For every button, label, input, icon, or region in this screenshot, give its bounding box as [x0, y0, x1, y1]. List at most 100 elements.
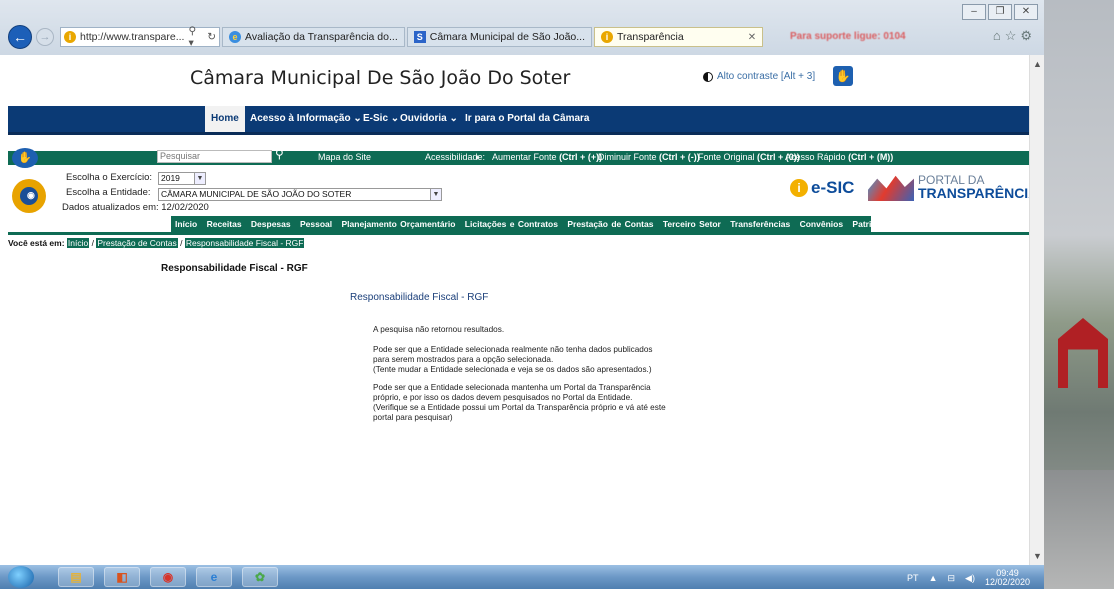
- clock[interactable]: 09:49 12/02/2020: [985, 569, 1030, 587]
- menu-planejamento[interactable]: Planejamento Orçamentário: [342, 219, 456, 229]
- site-favicon-icon: S: [413, 31, 426, 43]
- breadcrumb-inicio[interactable]: Início: [66, 238, 90, 248]
- breadcrumb-prestacao[interactable]: Prestação de Contas: [96, 238, 178, 248]
- address-bar[interactable]: i http://www.transpare... ⚲ ▾ ↻: [60, 25, 220, 49]
- exercicio-select[interactable]: 2019 ▼: [158, 172, 206, 185]
- nav-portal-camara[interactable]: Ir para o Portal da Câmara: [459, 106, 596, 132]
- app-taskbar-icon[interactable]: ✿: [242, 567, 278, 587]
- sign-language-icon[interactable]: ✋: [833, 66, 853, 86]
- quick-access-key: (Ctrl + (M)): [848, 152, 894, 162]
- decrease-font-link[interactable]: Diminuir Fonte (Ctrl + (-)): [598, 152, 700, 162]
- menu-pessoal[interactable]: Pessoal: [300, 219, 332, 229]
- restore-icon[interactable]: ❐: [988, 4, 1012, 20]
- menu-transferencias[interactable]: Transferências: [730, 219, 790, 229]
- back-button[interactable]: ←: [8, 25, 32, 49]
- tab-transparencia[interactable]: i Transparência ✕: [594, 27, 764, 47]
- menu-despesas[interactable]: Despesas: [251, 219, 291, 229]
- nav-acesso-informacao[interactable]: Acesso à Informação ⌄: [244, 106, 368, 132]
- message-line: A pesquisa não retornou resultados.: [373, 325, 505, 334]
- quick-access-link[interactable]: Acesso Rápido (Ctrl + (M)): [785, 152, 893, 162]
- hand-accessibility-icon[interactable]: ✋: [12, 148, 38, 168]
- browser-chrome: – ❐ ✕ ← → i http://www.transpare... ⚲ ▾ …: [0, 0, 1044, 55]
- message-line: (Verifique se a Entidade possui um Porta…: [373, 403, 666, 412]
- site-map-link[interactable]: Mapa do Site: [318, 152, 371, 162]
- message-line: (Tente mudar a Entidade selecionada e ve…: [373, 365, 652, 374]
- info-icon: i: [790, 179, 808, 197]
- portal-line1: PORTAL DA: [918, 172, 985, 187]
- language-indicator[interactable]: PT: [907, 573, 919, 583]
- search-icon[interactable]: ⚲ ▾: [188, 25, 203, 49]
- show-hidden-icons-icon[interactable]: ▲: [929, 573, 938, 583]
- nav-home[interactable]: Home: [205, 106, 245, 132]
- info-favicon-icon: i: [601, 31, 613, 43]
- vlibras-widget-icon[interactable]: ◉: [12, 179, 46, 213]
- menu-patrimonio[interactable]: Patrimônio: [852, 219, 896, 229]
- start-button[interactable]: [8, 566, 34, 588]
- tab-label: Avaliação da Transparência do...: [245, 31, 398, 43]
- chevron-down-icon: ▼: [194, 173, 205, 184]
- clock-date: 12/02/2020: [984, 577, 1030, 587]
- message-line: Pode ser que a Entidade selecionada real…: [373, 345, 653, 354]
- message-line: próprio, e por isso os dados devem pesqu…: [373, 393, 633, 402]
- message-line: portal para pesquisar): [373, 413, 453, 422]
- network-icon[interactable]: ⊟: [947, 573, 955, 584]
- menu-terceiro-setor[interactable]: Terceiro Setor: [663, 219, 721, 229]
- favorites-icon[interactable]: ☆: [1005, 28, 1021, 43]
- internet-explorer-taskbar-icon[interactable]: e: [196, 567, 232, 587]
- chrome-taskbar-icon[interactable]: ◉: [150, 567, 186, 587]
- close-tab-icon[interactable]: ✕: [748, 32, 756, 43]
- settings-gear-icon[interactable]: ⚙: [1020, 28, 1036, 43]
- tab-strip: e Avaliação da Transparência do... S Câm…: [222, 27, 764, 47]
- message-line: para serem mostrados para a opção seleci…: [373, 355, 554, 364]
- minimize-icon[interactable]: –: [962, 4, 986, 20]
- decrease-font-key: (Ctrl + (-)): [659, 152, 700, 162]
- browser-toolbar-icons: ⌂☆⚙: [993, 28, 1036, 44]
- increase-font-label: Aumentar Fonte: [492, 152, 557, 162]
- search-input[interactable]: Pesquisar: [157, 150, 272, 163]
- entidade-select[interactable]: CÂMARA MUNICIPAL DE SÃO JOÃO DO SOTER ▼: [158, 188, 442, 201]
- breadcrumb: Você está em: Início / Prestação de Cont…: [8, 238, 305, 248]
- address-text: http://www.transpare...: [80, 31, 185, 43]
- increase-font-link[interactable]: Aumentar Fonte (Ctrl + (+)): [492, 152, 602, 162]
- desktop-background: [1044, 0, 1114, 589]
- ie-icon: e: [229, 31, 241, 43]
- menu-acesso-informacao[interactable]: Acesso à Informação: [906, 219, 994, 229]
- section-heading: Responsabilidade Fiscal - RGF: [161, 263, 308, 274]
- tab-avaliacao[interactable]: e Avaliação da Transparência do...: [222, 27, 405, 47]
- message-line: Pode ser que a Entidade selecionada mant…: [373, 383, 651, 392]
- exercicio-value: 2019: [161, 173, 180, 183]
- contrast-toggle-icon[interactable]: ◐: [475, 152, 480, 162]
- vertical-scrollbar[interactable]: ▲ ▼: [1029, 55, 1044, 565]
- quick-access-label: Acesso Rápido: [785, 152, 846, 162]
- nav-ouvidoria[interactable]: Ouvidoria ⌄: [394, 106, 464, 132]
- tab-camara[interactable]: S Câmara Municipal de São João...: [406, 27, 592, 47]
- forward-button[interactable]: →: [36, 28, 54, 46]
- scroll-up-icon[interactable]: ▲: [1030, 57, 1045, 71]
- scroll-down-icon[interactable]: ▼: [1030, 549, 1045, 563]
- home-icon[interactable]: ⌂: [993, 28, 1005, 43]
- menu-convenios[interactable]: Convênios: [800, 219, 843, 229]
- original-font-label: Fonte Original: [698, 152, 755, 162]
- volume-icon[interactable]: ◀): [965, 573, 975, 584]
- esic-text: e-SIC: [811, 178, 855, 197]
- menu-prestacao[interactable]: Prestação de Contas: [567, 219, 653, 229]
- tab-label: Câmara Municipal de São João...: [429, 31, 585, 43]
- menu-inicio[interactable]: Início: [175, 219, 197, 229]
- high-contrast-link[interactable]: Alto contraste [Alt + 3]: [703, 71, 815, 82]
- page-viewport: Câmara Municipal De São João Do Soter Al…: [0, 55, 1029, 565]
- desktop-ground: [1044, 470, 1114, 589]
- top-navigation: Home Acesso à Informação ⌄ E-Sic ⌄ Ouvid…: [8, 106, 1029, 135]
- updated-date: Dados atualizados em: 12/02/2020: [62, 202, 209, 213]
- close-window-icon[interactable]: ✕: [1014, 4, 1038, 20]
- esic-logo[interactable]: i e-SIC: [790, 178, 854, 198]
- menu-receitas[interactable]: Receitas: [207, 219, 242, 229]
- office-taskbar-icon[interactable]: ◧: [104, 567, 140, 587]
- site-info-icon[interactable]: i: [64, 31, 76, 43]
- breadcrumb-current[interactable]: Responsabilidade Fiscal - RGF: [184, 238, 305, 248]
- search-icon[interactable]: ⚲: [275, 147, 284, 161]
- desktop-tent-image: [1058, 318, 1108, 388]
- menu-licitacoes[interactable]: Licitações e Contratos: [465, 219, 558, 229]
- refresh-icon[interactable]: ↻: [207, 31, 219, 43]
- portal-transparencia-logo[interactable]: PORTAL DA TRANSPARÊNCIA: [868, 173, 1029, 201]
- explorer-taskbar-icon[interactable]: ▤: [58, 567, 94, 587]
